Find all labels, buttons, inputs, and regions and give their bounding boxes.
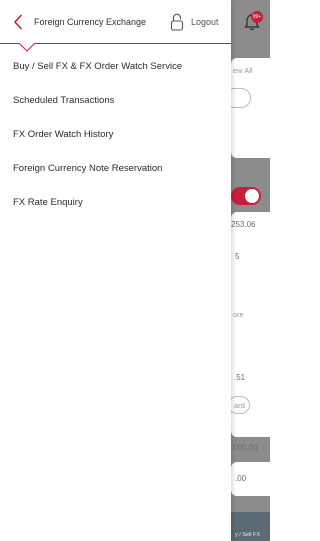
background-amount: .51 bbox=[234, 373, 246, 382]
bottom-tab-fx[interactable]: y / Sell FX bbox=[231, 512, 270, 541]
menu-item-scheduled-transactions[interactable]: Scheduled Transactions bbox=[0, 86, 231, 120]
side-drawer: Foreign Currency Exchange Logout Buy / S… bbox=[0, 0, 231, 541]
chevron-left-icon bbox=[14, 14, 22, 30]
background-amount: .000.00 bbox=[231, 443, 258, 452]
page-title: Foreign Currency Exchange bbox=[34, 17, 147, 27]
lock-icon[interactable] bbox=[170, 13, 184, 31]
logout-button[interactable]: Logout bbox=[191, 17, 219, 27]
background-amount: 253.06 bbox=[231, 220, 256, 229]
more-link[interactable]: ore bbox=[233, 310, 244, 319]
drawer-header: Foreign Currency Exchange Logout bbox=[0, 0, 231, 52]
notification-badge: 99+ bbox=[251, 11, 263, 23]
background-amount: .00 bbox=[235, 474, 247, 483]
menu-item-fx-rate-enquiry[interactable]: FX Rate Enquiry bbox=[0, 188, 231, 222]
background-pill-label: ard bbox=[234, 401, 245, 410]
menu-item-currency-note-reservation[interactable]: Foreign Currency Note Reservation bbox=[0, 154, 231, 188]
menu-item-fx-order-watch-history[interactable]: FX Order Watch History bbox=[0, 120, 231, 154]
menu-pointer bbox=[19, 43, 35, 52]
background-toggle[interactable] bbox=[231, 187, 261, 205]
view-all-link[interactable]: ew All bbox=[233, 66, 253, 75]
back-button[interactable] bbox=[10, 12, 26, 32]
background-amount: 5 bbox=[235, 252, 240, 261]
menu-item-buy-sell-fx[interactable]: Buy / Sell FX & FX Order Watch Service bbox=[0, 52, 231, 86]
background-pill-button[interactable]: ard bbox=[228, 396, 250, 414]
bottom-tab-label: y / Sell FX bbox=[235, 532, 261, 538]
drawer-menu: Buy / Sell FX & FX Order Watch Service S… bbox=[0, 52, 231, 222]
